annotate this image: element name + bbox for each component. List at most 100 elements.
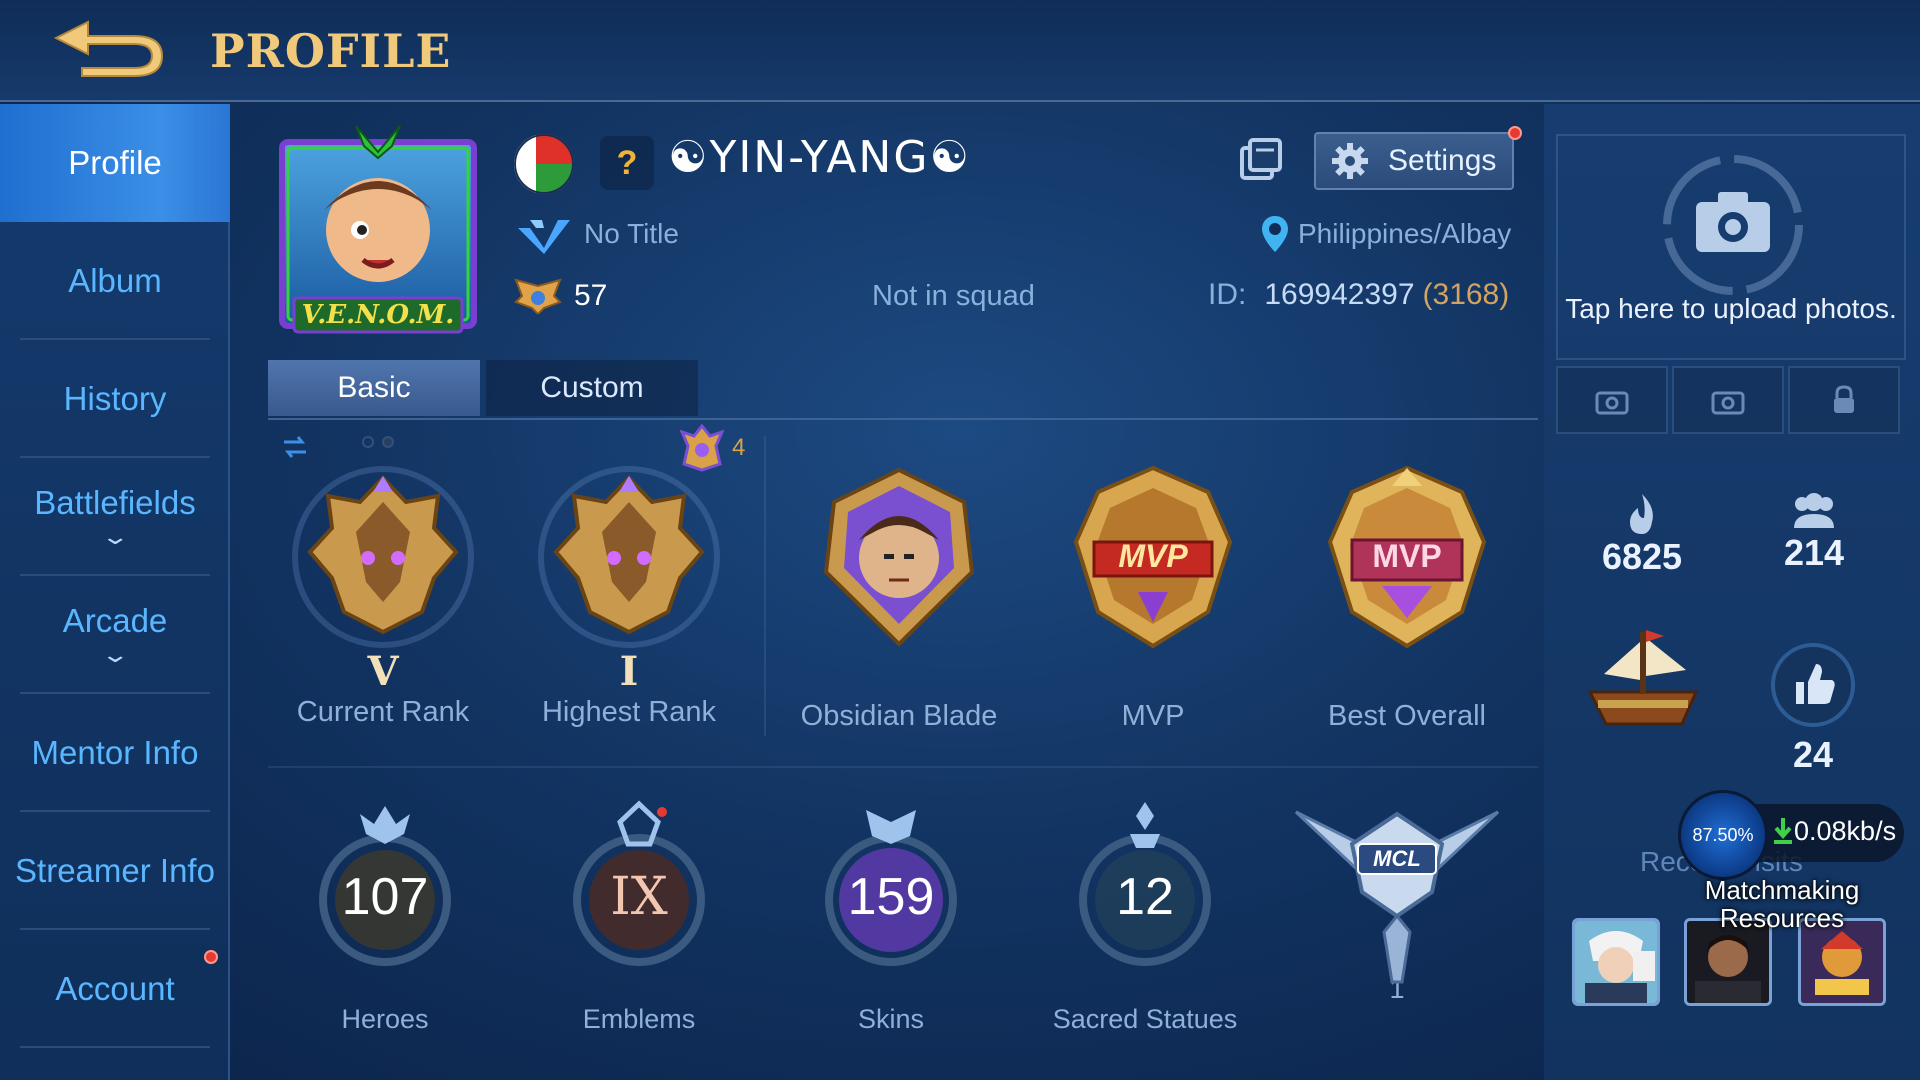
pager-dot — [362, 436, 374, 448]
mythic-rank-icon — [538, 466, 720, 648]
upload-photo-area[interactable] — [1556, 134, 1906, 360]
pager-dots — [362, 436, 394, 448]
country-flag-icon — [514, 134, 574, 194]
back-arrow-icon — [53, 20, 164, 77]
player-name: ☯YIN-YANG☯ — [668, 132, 971, 183]
camera-icon — [1595, 391, 1629, 415]
stat-value: 107 — [341, 868, 429, 926]
settings-label: Settings — [1388, 144, 1497, 177]
badge-current-rank[interactable]: V Current Rank — [268, 462, 498, 742]
tab-basic[interactable]: Basic — [268, 360, 480, 416]
settings-button[interactable]: Settings — [1314, 132, 1514, 190]
best-overall-emblem-text: MVP — [1372, 538, 1442, 574]
back-button[interactable] — [48, 14, 168, 80]
rank-roman: V — [367, 648, 399, 695]
player-title-row[interactable]: No Title — [516, 214, 679, 254]
badge-label: Obsidian Blade — [800, 700, 998, 732]
sidebar-item-album[interactable]: Album — [0, 222, 230, 340]
like-button[interactable] — [1770, 642, 1856, 728]
upload-hint: Tap here to upload photos. — [1565, 293, 1897, 324]
stat-label: Sacred Statues — [1052, 1004, 1238, 1034]
badge-label: Best Overall — [1328, 700, 1486, 732]
badge-obsidian-blade[interactable]: Obsidian Blade — [784, 462, 1014, 742]
player-avatar[interactable]: V.E.N.O.M. — [268, 122, 488, 338]
sidebar-item-battlefields[interactable]: Battlefields ⌄ — [0, 458, 230, 576]
sidebar-item-profile[interactable]: Profile — [0, 104, 230, 222]
popularity-value: 6825 — [1601, 536, 1683, 577]
stat-skins[interactable]: 159 Skins — [786, 800, 996, 1040]
mvp-emblem-text: MVP — [1118, 538, 1188, 574]
chevron-down-icon: ⌄ — [100, 524, 130, 549]
notification-dot — [1508, 126, 1522, 140]
stat-label: Emblems — [582, 1004, 696, 1034]
photo-slot[interactable] — [1556, 366, 1668, 434]
badge-mvp[interactable]: MVP MVP — [1038, 462, 1268, 742]
pager-dot — [382, 436, 394, 448]
photo-slot[interactable] — [1672, 366, 1784, 434]
thumbs-up-icon — [1771, 643, 1855, 727]
copy-id-icon[interactable] — [1236, 136, 1284, 184]
section-divider — [268, 766, 1538, 768]
visitor-avatar[interactable] — [1572, 918, 1660, 1006]
stat-value: 159 — [847, 868, 935, 926]
mythic-rank-icon — [292, 466, 474, 648]
sidebar-item-account[interactable]: Account — [0, 930, 230, 1048]
squad-status: Not in squad — [872, 280, 1035, 312]
followers-stat[interactable]: 214 — [1764, 492, 1864, 574]
badge-best-overall[interactable]: MVP Best Overall — [1292, 462, 1522, 742]
sidebar-item-label: Profile — [68, 144, 162, 181]
camera-icon — [1663, 155, 1803, 295]
camera-icon — [1711, 391, 1745, 415]
sidebar-item-label: Mentor Info — [31, 734, 199, 771]
ship-icon[interactable] — [1578, 620, 1708, 740]
unknown-badge-icon[interactable]: ? — [600, 136, 654, 190]
swap-icon[interactable] — [280, 432, 310, 462]
photo-slot-locked[interactable] — [1788, 366, 1900, 434]
stat-heroes[interactable]: 107 Heroes — [280, 800, 490, 1040]
mcl-wings-icon — [1294, 810, 1500, 984]
stat-value: 12 — [1116, 868, 1174, 926]
flame-icon — [1630, 494, 1653, 534]
stat-emblems[interactable]: IX Emblems — [534, 800, 744, 1040]
profile-tabs: Basic Custom — [268, 360, 698, 416]
sidebar-item-streamer-info[interactable]: Streamer Info — [0, 812, 230, 930]
player-id: 169942397 — [1264, 278, 1415, 311]
id-label: ID: — [1208, 278, 1247, 311]
stat-ring: 12 — [1060, 800, 1230, 970]
rank-divider — [764, 436, 766, 736]
stat-ring: MCL — [1292, 800, 1502, 984]
stat-label: Skins — [857, 1004, 925, 1034]
location-pin-icon — [1262, 216, 1288, 252]
obsidian-blade-icon — [823, 467, 975, 647]
tab-custom[interactable]: Custom — [486, 360, 698, 416]
chevron-down-icon: ⌄ — [100, 642, 130, 667]
sidebar-item-arcade[interactable]: Arcade ⌄ — [0, 576, 230, 694]
sidebar-item-label: Album — [68, 262, 162, 299]
stat-value: IX — [610, 867, 668, 927]
stat-label: Heroes — [341, 1004, 429, 1034]
sidebar-item-label: Account — [55, 970, 175, 1007]
sidebar-item-mentor-info[interactable]: Mentor Info — [0, 694, 230, 812]
stat-ring: 107 — [300, 800, 470, 970]
matchmaking-resources: Matchmaking Resources — [1704, 875, 1860, 933]
sidebar-item-history[interactable]: History — [0, 340, 230, 458]
popularity-stat[interactable]: 6825 — [1592, 492, 1692, 578]
badge-highest-rank[interactable]: I Highest Rank — [514, 462, 744, 742]
sidebar-item-label: Streamer Info — [15, 852, 215, 889]
mcl-text: MCL — [1373, 846, 1421, 871]
notification-dot — [204, 950, 218, 964]
top-bar: PROFILE — [0, 0, 1920, 102]
tabs-divider — [268, 418, 1538, 420]
stat-mcl[interactable]: MCL 1 — [1292, 800, 1502, 1040]
network-speed: 0.08kb/s — [1794, 816, 1897, 846]
player-level: 57 — [574, 279, 608, 312]
network-percent: 87.50% — [1678, 790, 1768, 880]
download-icon — [1774, 818, 1792, 844]
stat-sacred-statues[interactable]: 12 Sacred Statues — [1040, 800, 1250, 1040]
title-icon — [518, 220, 570, 254]
network-status: 87.50% 0.08kb/s — [1678, 790, 1904, 880]
location-row[interactable]: Philippines/Albay — [1260, 214, 1511, 254]
stat-ring: 159 — [806, 800, 976, 970]
rank-roman: I — [619, 648, 639, 695]
page-title: PROFILE — [210, 24, 452, 78]
